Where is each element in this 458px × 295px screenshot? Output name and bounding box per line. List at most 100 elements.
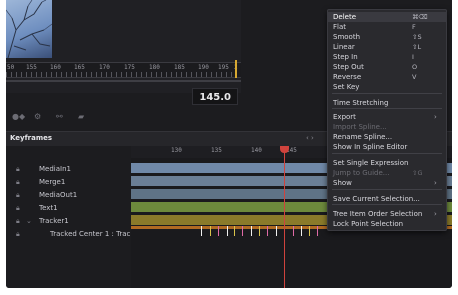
- keyframe-marker[interactable]: [267, 226, 268, 236]
- lock-icon[interactable]: 🔒︎: [16, 165, 20, 174]
- keyframe-marker[interactable]: [259, 226, 260, 236]
- context-menu-item[interactable]: Time Stretching: [328, 98, 446, 108]
- menu-item-label: Set Key: [333, 83, 360, 91]
- keyframe-marker[interactable]: [293, 226, 294, 236]
- menu-item-label: Save Current Selection...: [333, 195, 420, 203]
- menu-item-label: Delete: [333, 13, 356, 21]
- keyframe-tool-icon[interactable]: ●◆: [12, 112, 25, 121]
- menu-item-label: Flat: [333, 23, 347, 31]
- context-menu-item[interactable]: Flat F: [328, 22, 446, 32]
- ruler-tick: 50: [7, 64, 15, 71]
- current-time-marker[interactable]: [235, 60, 237, 78]
- ruler-tick: 155: [26, 64, 37, 71]
- keyframe-marker[interactable]: [201, 226, 202, 236]
- context-menu-item[interactable]: Reverse V: [328, 72, 446, 82]
- keyframes-ruler-tick: 130: [171, 147, 182, 154]
- ruler-tick: 165: [74, 64, 85, 71]
- context-menu-item[interactable]: Show In Spline Editor: [328, 142, 446, 152]
- context-menu-item[interactable]: Rename Spline...: [328, 132, 446, 142]
- track-row[interactable]: 🔒︎ Text1: [6, 203, 131, 215]
- keyframe-marker[interactable]: [242, 226, 243, 236]
- track-row[interactable]: 🔒︎ ⌄ Tracker1: [6, 216, 131, 228]
- menu-item-label: Import Spline...: [333, 123, 387, 131]
- track-label: Tracker1: [39, 217, 69, 225]
- menu-item-label: Jump to Guide...: [333, 169, 390, 177]
- lock-icon[interactable]: 🔒︎: [16, 178, 20, 187]
- track-row[interactable]: 🔒︎ Merge1: [6, 177, 131, 189]
- lock-icon[interactable]: 🔒︎: [16, 204, 20, 213]
- time-ruler[interactable]: 50 155 160 165 170 175 180 185 190 195 2: [6, 62, 241, 78]
- current-frame-field[interactable]: 145.0: [192, 88, 238, 105]
- playhead-line[interactable]: [284, 146, 285, 288]
- track-label: Tracked Center 1 : Tracker: [50, 230, 142, 238]
- menu-item-shortcut: ⇧S: [412, 33, 422, 41]
- keyframe-marker[interactable]: [218, 226, 219, 236]
- context-menu: Delete ⌘⌫ Flat F Smooth ⇧S Linear ⇧L Step In I Ste…: [327, 9, 447, 231]
- keyframe-marker[interactable]: [309, 226, 310, 236]
- keyframe-marker[interactable]: [317, 226, 318, 236]
- fusion-keyframes-screen: 50 155 160 165 170 175 180 185 190 195 2…: [6, 0, 452, 288]
- keyframe-marker[interactable]: [301, 226, 302, 236]
- keyframes-nav-arrows[interactable]: ‹ ›: [306, 134, 314, 142]
- context-menu-item[interactable]: Step Out O: [328, 62, 446, 72]
- context-menu-item: Import Spline...: [328, 122, 446, 132]
- menu-item-shortcut: F: [412, 23, 416, 31]
- context-menu-item[interactable]: Step In I: [328, 52, 446, 62]
- track-label: MediaOut1: [39, 191, 78, 199]
- track-row[interactable]: 🔒︎ MediaOut1: [6, 190, 131, 202]
- keyframes-ruler-tick: 140: [251, 147, 262, 154]
- track-row[interactable]: 🔒︎ MediaIn1: [6, 164, 131, 176]
- menu-item-label: Linear: [333, 43, 355, 51]
- context-menu-item[interactable]: Delete ⌘⌫: [328, 12, 446, 22]
- track-label: MediaIn1: [39, 165, 71, 173]
- link-tool-icon[interactable]: ⚯: [56, 112, 63, 121]
- context-menu-item[interactable]: Linear ⇧L: [328, 42, 446, 52]
- ruler-tick: 195: [218, 64, 229, 71]
- menu-item-label: Show In Spline Editor: [333, 143, 408, 151]
- menu-item-shortcut: ⌘⌫: [412, 13, 428, 21]
- chevron-down-icon[interactable]: ⌄: [26, 217, 32, 225]
- keyframes-title: Keyframes: [10, 134, 53, 142]
- ruler-tick: 175: [124, 64, 135, 71]
- keyframe-marker[interactable]: [251, 226, 252, 236]
- track-label: Text1: [39, 204, 58, 212]
- keyframe-marker[interactable]: [234, 226, 235, 236]
- menu-item-label: Time Stretching: [333, 99, 389, 107]
- lock-icon[interactable]: 🔒︎: [16, 191, 20, 200]
- ruler-tick: 160: [50, 64, 61, 71]
- menu-item-label: Reverse: [333, 73, 362, 81]
- menu-item-label: Export: [333, 113, 356, 121]
- context-menu-item[interactable]: Set Single Expression: [328, 158, 446, 168]
- keyframe-markers[interactable]: [201, 226, 321, 236]
- chevron-right-icon: ›: [434, 113, 437, 121]
- ruler-tick: 170: [99, 64, 110, 71]
- context-menu-item[interactable]: Tree Item Order Selection ›: [328, 209, 446, 219]
- lock-icon[interactable]: 🔒︎: [16, 217, 20, 226]
- context-menu-item[interactable]: Export ›: [328, 112, 446, 122]
- menu-item-label: Smooth: [333, 33, 361, 41]
- context-menu-item[interactable]: Set Key: [328, 82, 446, 92]
- keyframe-marker[interactable]: [276, 226, 277, 236]
- camera-tool-icon[interactable]: ▰: [78, 112, 84, 121]
- viewer-image: [6, 0, 52, 58]
- context-menu-item[interactable]: Save Current Selection...: [328, 194, 446, 204]
- track-label: Merge1: [39, 178, 66, 186]
- menu-item-shortcut: V: [412, 73, 417, 81]
- keyframes-ruler-tick: 135: [211, 147, 222, 154]
- lock-icon[interactable]: 🔒︎: [16, 230, 20, 239]
- curve-tool-icon[interactable]: ⚙: [34, 112, 41, 121]
- keyframe-marker[interactable]: [210, 226, 211, 236]
- menu-item-label: Tree Item Order Selection: [333, 210, 423, 218]
- menu-separator: [332, 108, 442, 109]
- context-menu-item[interactable]: Smooth ⇧S: [328, 32, 446, 42]
- context-menu-item[interactable]: Lock Point Selection: [328, 219, 446, 229]
- scrub-bar[interactable]: [6, 80, 241, 82]
- menu-item-label: Step In: [333, 53, 358, 61]
- menu-item-label: Set Single Expression: [333, 159, 409, 167]
- context-menu-item[interactable]: Show ›: [328, 178, 446, 188]
- track-row[interactable]: 🔒︎ Tracked Center 1 : Tracker: [6, 229, 141, 241]
- playhead-handle[interactable]: [280, 146, 289, 153]
- keyframe-marker[interactable]: [227, 226, 228, 236]
- menu-item-label: Step Out: [333, 63, 364, 71]
- ruler-tick: 185: [174, 64, 185, 71]
